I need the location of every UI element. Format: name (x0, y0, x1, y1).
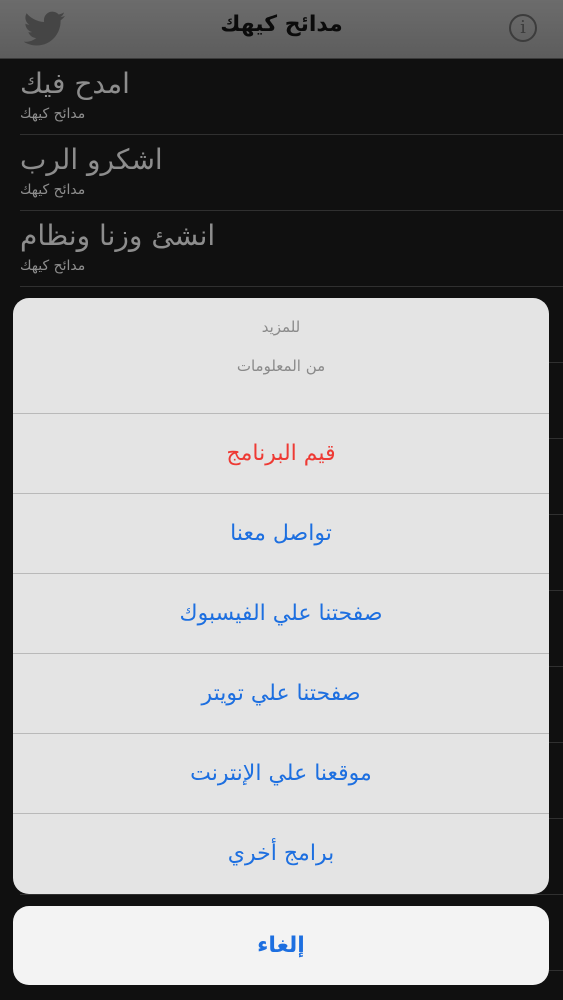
other-apps-button[interactable]: برامج أخري (13, 814, 549, 893)
website-button[interactable]: موقعنا علي الإنترنت (13, 734, 549, 814)
cancel-button[interactable]: إلغاء (13, 906, 549, 985)
action-sheet-title: للمزيد (261, 318, 301, 336)
app-screen: مدائح كيهك i امدح فيك مدائح كيهك اشكرو ا… (0, 0, 563, 1000)
action-sheet: للمزيد من المعلومات قيم البرنامج تواصل م… (13, 298, 549, 894)
rate-app-button[interactable]: قيم البرنامج (13, 414, 549, 494)
action-sheet-message: من المعلومات (236, 357, 326, 375)
twitter-page-button[interactable]: صفحتنا علي تويتر (13, 654, 549, 734)
action-sheet-header: للمزيد من المعلومات (13, 298, 549, 414)
facebook-page-button[interactable]: صفحتنا علي الفيسبوك (13, 574, 549, 654)
contact-us-button[interactable]: تواصل معنا (13, 494, 549, 574)
